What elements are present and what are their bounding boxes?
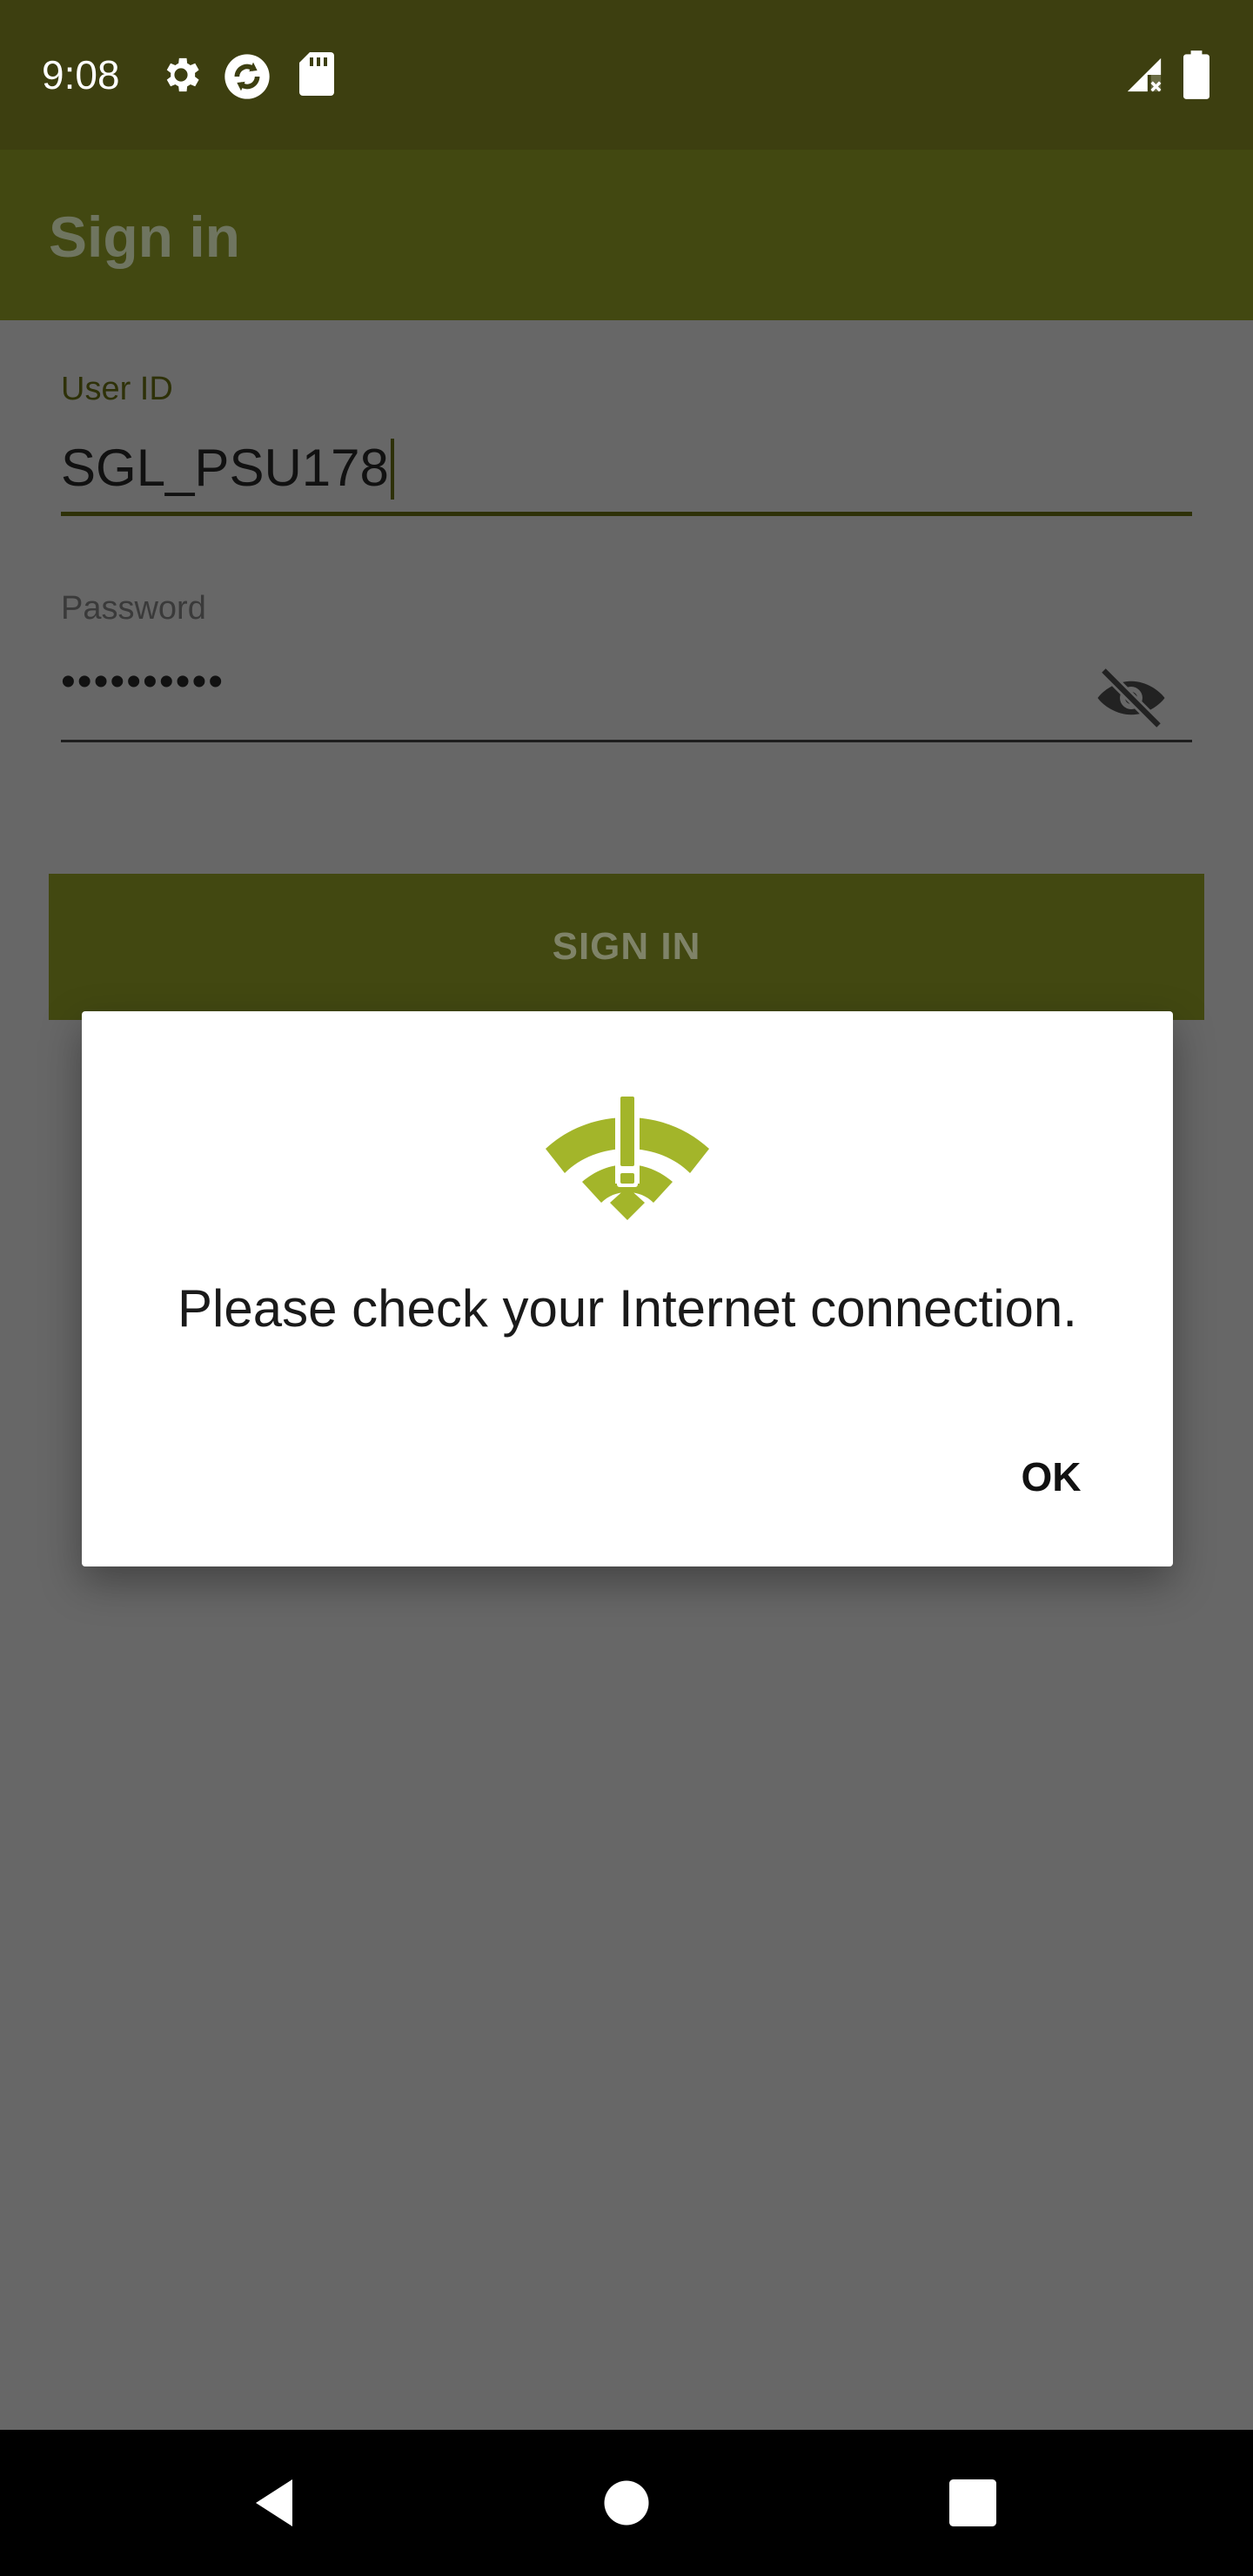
- password-visibility-toggle-icon[interactable]: [1095, 661, 1168, 735]
- status-bar: 9:08: [0, 0, 1253, 150]
- page-title: Sign in: [49, 205, 240, 269]
- alert-dialog: Please check your Internet connection. O…: [82, 1011, 1173, 1566]
- home-icon[interactable]: [595, 2472, 658, 2534]
- battery-icon: [1183, 50, 1209, 99]
- gear-icon: [166, 57, 199, 92]
- recents-icon[interactable]: [941, 2472, 1004, 2534]
- wifi-alert-icon: [546, 1091, 709, 1220]
- navigation-bar: [0, 2430, 1253, 2576]
- password-label: Password: [61, 590, 206, 627]
- sync-icon: [224, 54, 270, 99]
- password-underline: [61, 740, 1192, 742]
- user-id-label: User ID: [61, 371, 173, 407]
- sd-card-icon: [299, 52, 334, 96]
- status-time: 9:08: [42, 52, 120, 97]
- user-id-field[interactable]: SGL_PSU178: [61, 437, 394, 500]
- dialog-message: Please check your Internet connection.: [178, 1279, 1077, 1338]
- text-cursor: [390, 439, 394, 500]
- back-icon[interactable]: [245, 2472, 308, 2534]
- app-bar: Sign in: [0, 150, 1253, 320]
- password-field[interactable]: ••••••••••: [61, 651, 224, 714]
- user-id-underline: [61, 512, 1192, 516]
- user-id-value: SGL_PSU178: [61, 439, 389, 497]
- ok-button[interactable]: OK: [990, 1438, 1112, 1516]
- password-value: ••••••••••: [61, 659, 225, 705]
- sign-in-button[interactable]: SIGN IN: [49, 874, 1204, 1020]
- signal-no-service-icon: [1127, 57, 1162, 92]
